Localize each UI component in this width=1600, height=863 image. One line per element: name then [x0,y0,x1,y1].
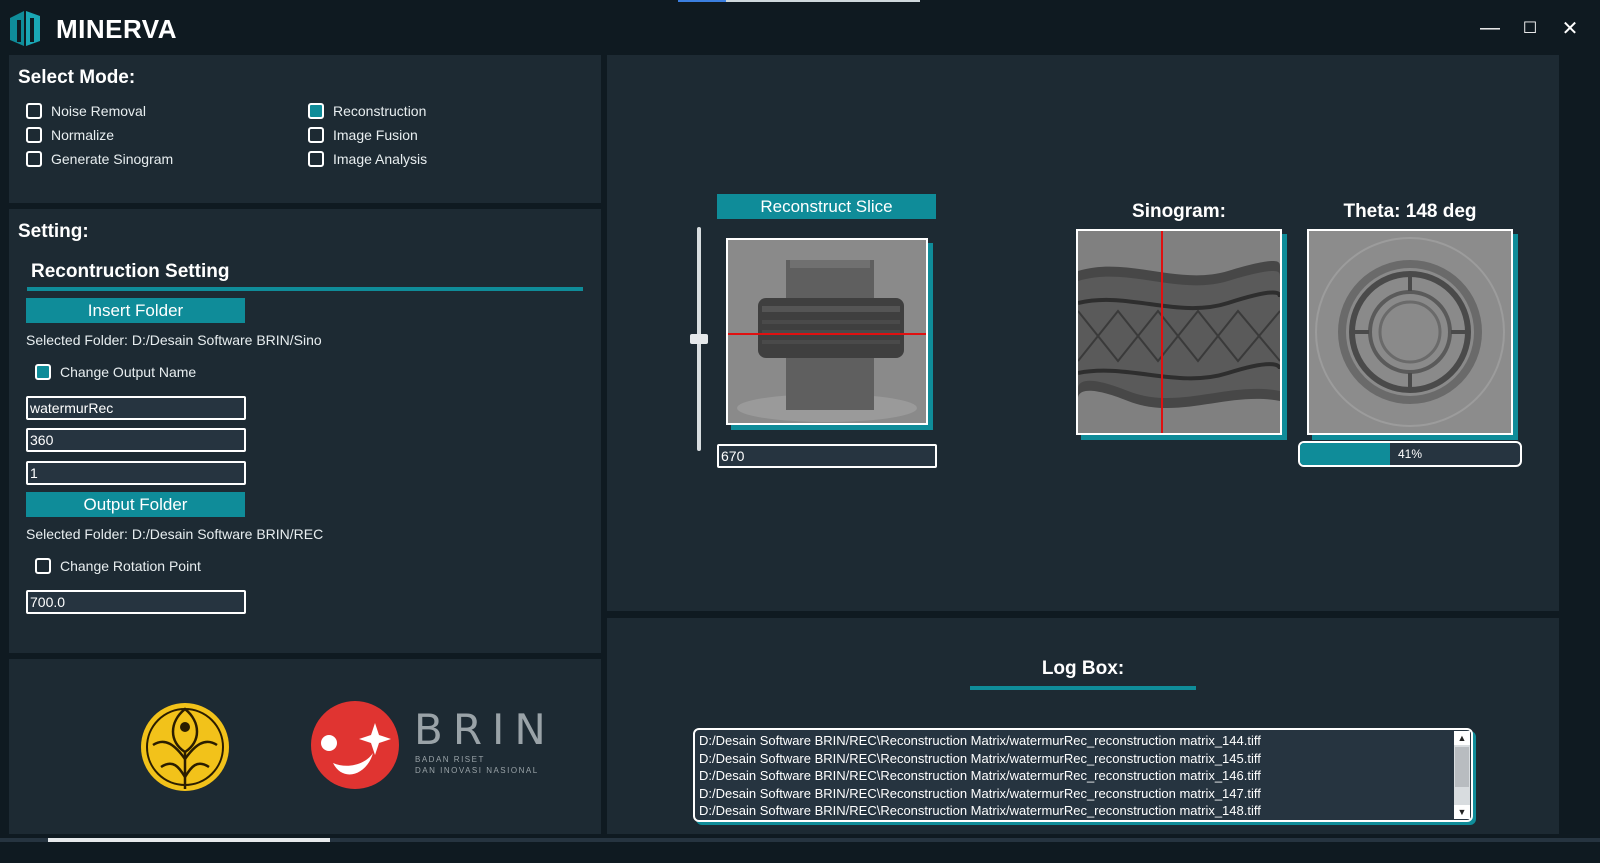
log-title-underline [970,686,1196,690]
sinogram-title: Sinogram: [1132,201,1226,222]
reconstruction-setting-heading: Recontruction Setting [31,261,230,282]
mode-option-image-analysis[interactable]: Image Analysis [308,151,427,167]
checkbox-checked-icon [35,364,51,380]
checkbox-icon [26,151,42,167]
maximize-button[interactable]: ☐ [1516,14,1544,42]
mode-option-generate-sinogram[interactable]: Generate Sinogram [26,151,173,167]
log-line: D:/Desain Software BRIN/REC\Reconstructi… [699,733,1261,748]
checkbox-icon [26,127,42,143]
section-divider [27,287,583,291]
mode-option-image-fusion[interactable]: Image Fusion [308,127,418,143]
minimize-button[interactable]: — [1476,14,1504,42]
log-box[interactable]: D:/Desain Software BRIN/REC\Reconstructi… [693,728,1473,822]
log-box-title: Log Box: [1041,658,1125,679]
setting-heading: Setting: [18,221,89,242]
scroll-thumb[interactable] [1455,747,1469,787]
close-button[interactable]: ✕ [1556,14,1584,42]
log-line: D:/Desain Software BRIN/REC\Reconstructi… [699,750,1261,766]
setting-input-2[interactable] [26,428,246,452]
log-line: D:/Desain Software BRIN/REC\Reconstructi… [699,785,1261,801]
logo-panel: BRIN BADAN RISET DAN INOVASI NASIONAL [9,659,601,834]
brin-logo-icon [311,701,399,789]
checkbox-icon [308,127,324,143]
brin-subtitle-1: BADAN RISET [415,755,485,764]
viewer-panel: Reconstruct Slice Sinogram: [607,55,1559,611]
setting-panel: Setting: Recontruction Setting Insert Fo… [9,209,601,653]
rotation-point-input[interactable] [26,590,246,614]
scroll-down-arrow-icon[interactable]: ▼ [1454,805,1470,819]
insert-folder-button[interactable]: Insert Folder [26,298,245,323]
ui-emblem-logo [141,703,229,791]
log-line: D:/Desain Software BRIN/REC\Reconstructi… [699,803,1261,818]
theta-title: Theta: 148 deg [1343,201,1477,222]
checkbox-icon [308,151,324,167]
checkbox-icon [35,558,51,574]
reconstruct-slice-image [726,238,928,425]
change-rotation-point-checkbox[interactable]: Change Rotation Point [35,558,201,574]
selected-output-folder: Selected Folder: D:/Desain Software BRIN… [26,526,324,542]
log-scrollbar[interactable]: ▲ ▼ [1454,731,1470,819]
change-output-name-checkbox[interactable]: Change Output Name [35,364,196,380]
slice-slider-handle[interactable] [690,334,708,344]
mode-option-normalize[interactable]: Normalize [26,127,114,143]
progress-bar: 41% [1298,441,1522,467]
select-mode-heading: Select Mode: [18,67,136,88]
minerva-logo-icon [10,11,40,46]
top-accent-bar [678,0,920,2]
app-title: MINERVA [56,14,177,44]
checkbox-icon [26,103,42,119]
bottom-scroll-thumb[interactable] [48,838,330,842]
output-folder-button[interactable]: Output Folder [26,492,245,517]
log-line: D:/Desain Software BRIN/REC\Reconstructi… [699,768,1261,783]
brin-wordmark: BRIN [414,705,556,754]
title-bar: MINERVA — ☐ ✕ [0,0,1600,54]
theta-projection-image [1307,229,1513,435]
selected-input-folder: Selected Folder: D:/Desain Software BRIN… [26,332,322,348]
output-name-input[interactable] [26,396,246,420]
select-mode-panel: Select Mode: Noise Removal Normalize Gen… [9,55,601,203]
progress-label: 41% [1397,447,1423,461]
brin-subtitle-2: DAN INOVASI NASIONAL [415,766,539,775]
scroll-up-arrow-icon[interactable]: ▲ [1454,731,1470,745]
mode-option-reconstruction[interactable]: Reconstruction [308,103,426,119]
mode-option-noise-removal[interactable]: Noise Removal [26,103,146,119]
checkbox-checked-icon [308,103,324,119]
setting-input-3[interactable] [26,461,246,485]
sinogram-image [1076,229,1282,435]
bottom-scroll-track[interactable] [0,838,1600,842]
reconstruct-slice-button[interactable]: Reconstruct Slice [717,194,936,219]
slice-number-input[interactable] [717,444,937,468]
